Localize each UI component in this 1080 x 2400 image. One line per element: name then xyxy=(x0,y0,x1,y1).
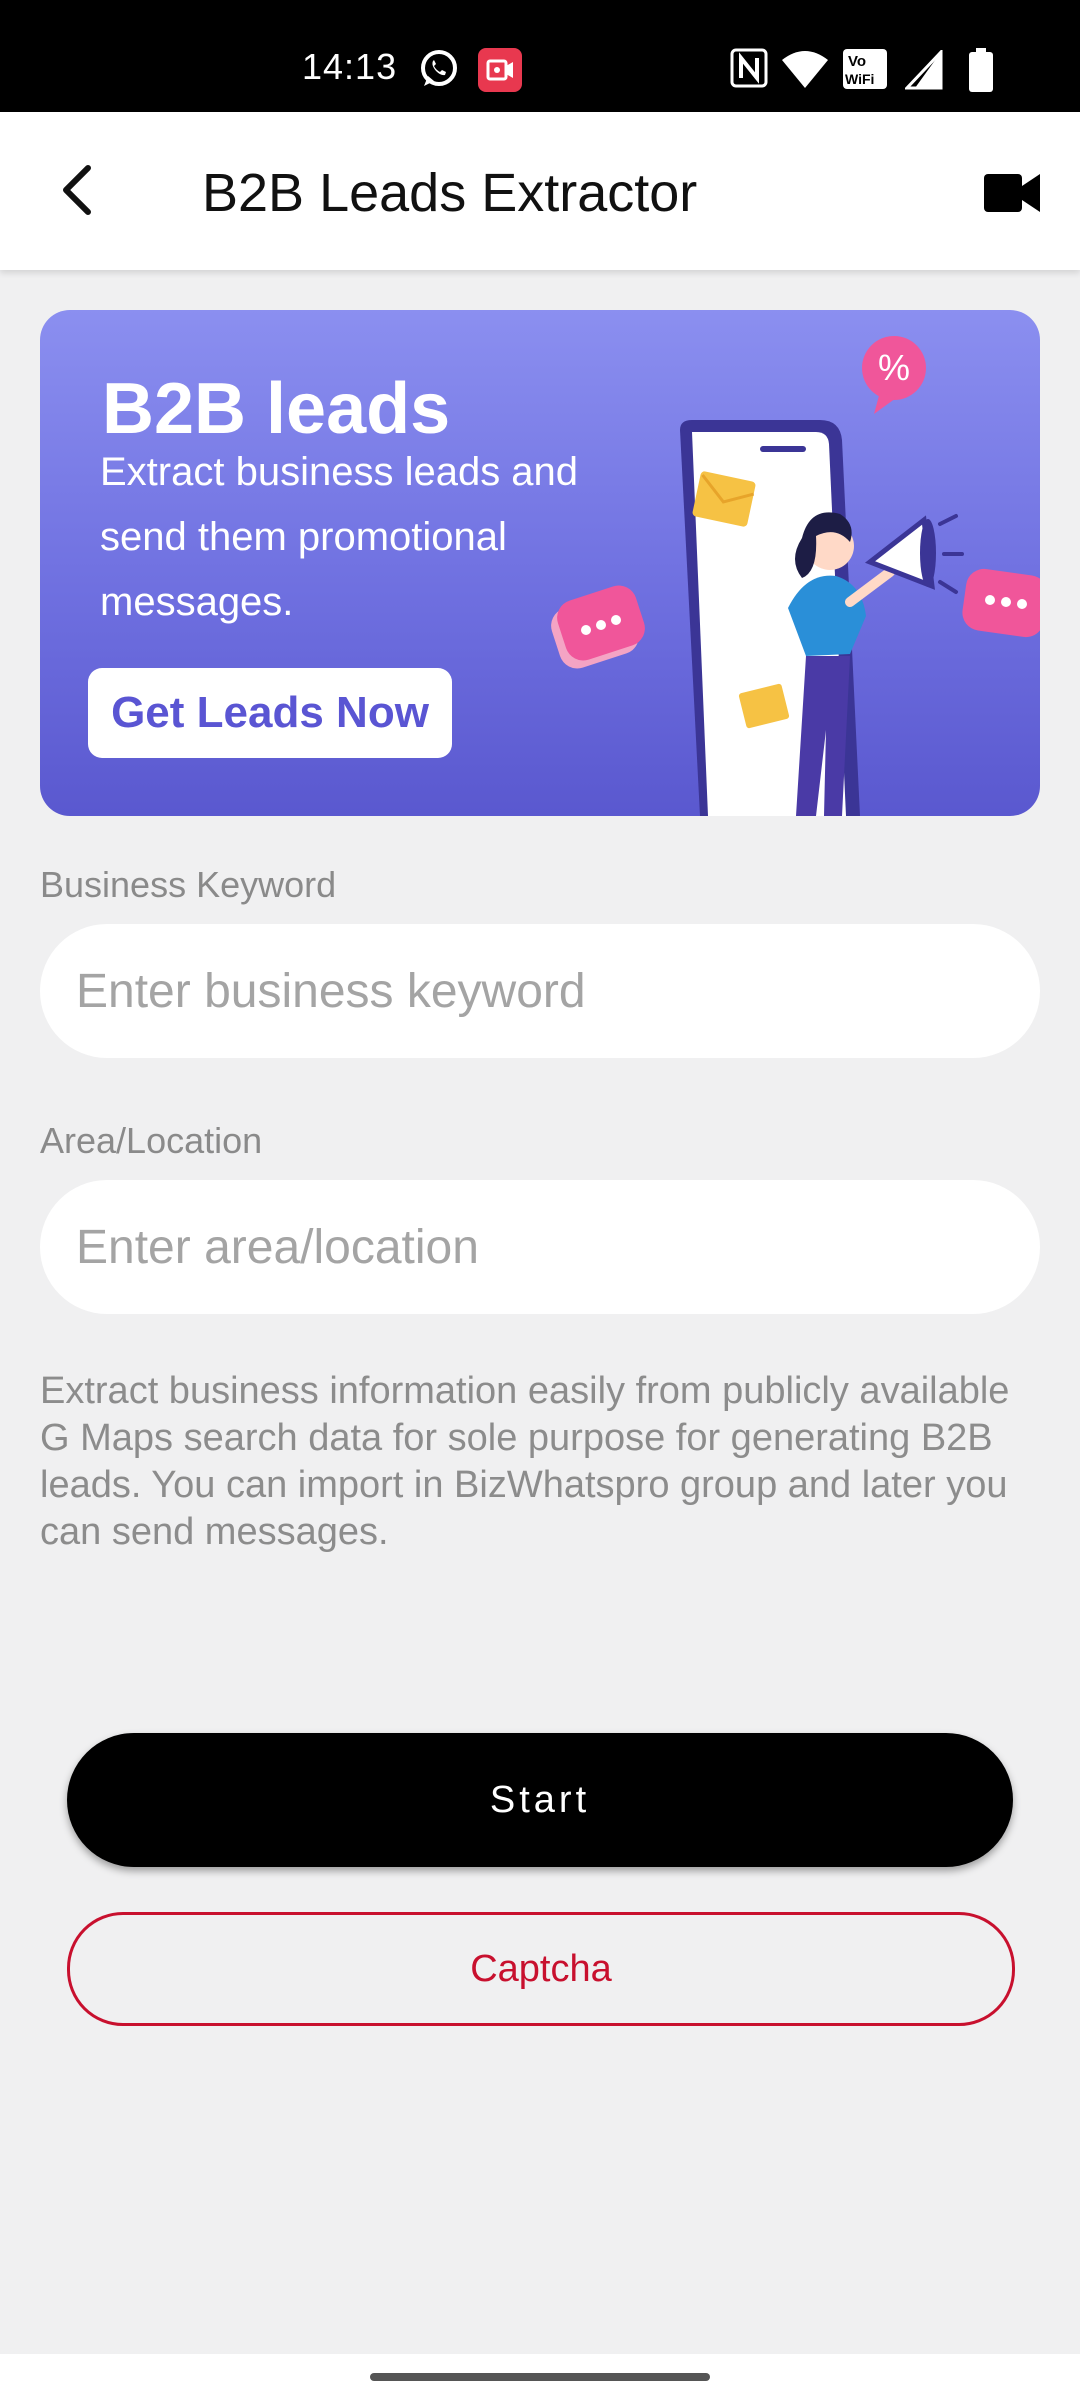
get-leads-now-button[interactable]: Get Leads Now xyxy=(88,668,452,758)
vowifi-icon: Vo WiFi xyxy=(843,49,887,89)
chat-bubble-icon xyxy=(962,568,1040,638)
app-bar: B2B Leads Extractor xyxy=(0,112,1080,270)
promo-banner[interactable]: B2B leads Extract business leads and sen… xyxy=(40,310,1040,816)
status-bar: 14:13 Vo WiFi xyxy=(0,0,1080,112)
business-keyword-label: Business Keyword xyxy=(40,864,337,905)
description-text: Extract business information easily from… xyxy=(40,1370,1010,1553)
cell-signal-icon xyxy=(905,50,943,90)
battery-icon xyxy=(969,48,993,92)
wifi-icon xyxy=(782,51,828,88)
arrow-back-icon[interactable] xyxy=(48,158,112,222)
banner-title: B2B leads xyxy=(102,369,451,449)
percent-badge-icon: % xyxy=(862,336,926,414)
status-time: 14:13 xyxy=(302,46,398,87)
whatsapp-icon xyxy=(421,50,457,86)
video-camera-icon[interactable] xyxy=(982,168,1042,218)
page-title: B2B Leads Extractor xyxy=(202,163,698,223)
area-location-input[interactable] xyxy=(40,1180,1040,1314)
captcha-button[interactable]: Captcha xyxy=(67,1912,1015,2026)
navigation-bar xyxy=(0,2354,1080,2400)
area-location-label: Area/Location xyxy=(40,1120,263,1161)
vowifi-label-bottom: WiFi xyxy=(845,71,874,87)
vowifi-label-top: Vo xyxy=(848,53,866,70)
home-indicator[interactable] xyxy=(370,2373,710,2381)
start-button[interactable]: Start xyxy=(67,1733,1013,1867)
screen: 14:13 Vo WiFi B2B Leads Extractor B2B le… xyxy=(0,0,1080,2400)
business-keyword-field-container xyxy=(40,924,1040,1058)
nfc-icon xyxy=(730,48,768,88)
percent-badge-label: % xyxy=(878,347,910,388)
chat-bubble-icon xyxy=(551,585,645,669)
megaphone-phone-illustration: % xyxy=(551,336,1040,816)
area-location-field-container xyxy=(40,1180,1040,1314)
screen-recorder-icon xyxy=(478,48,522,92)
business-keyword-input[interactable] xyxy=(40,924,1040,1058)
